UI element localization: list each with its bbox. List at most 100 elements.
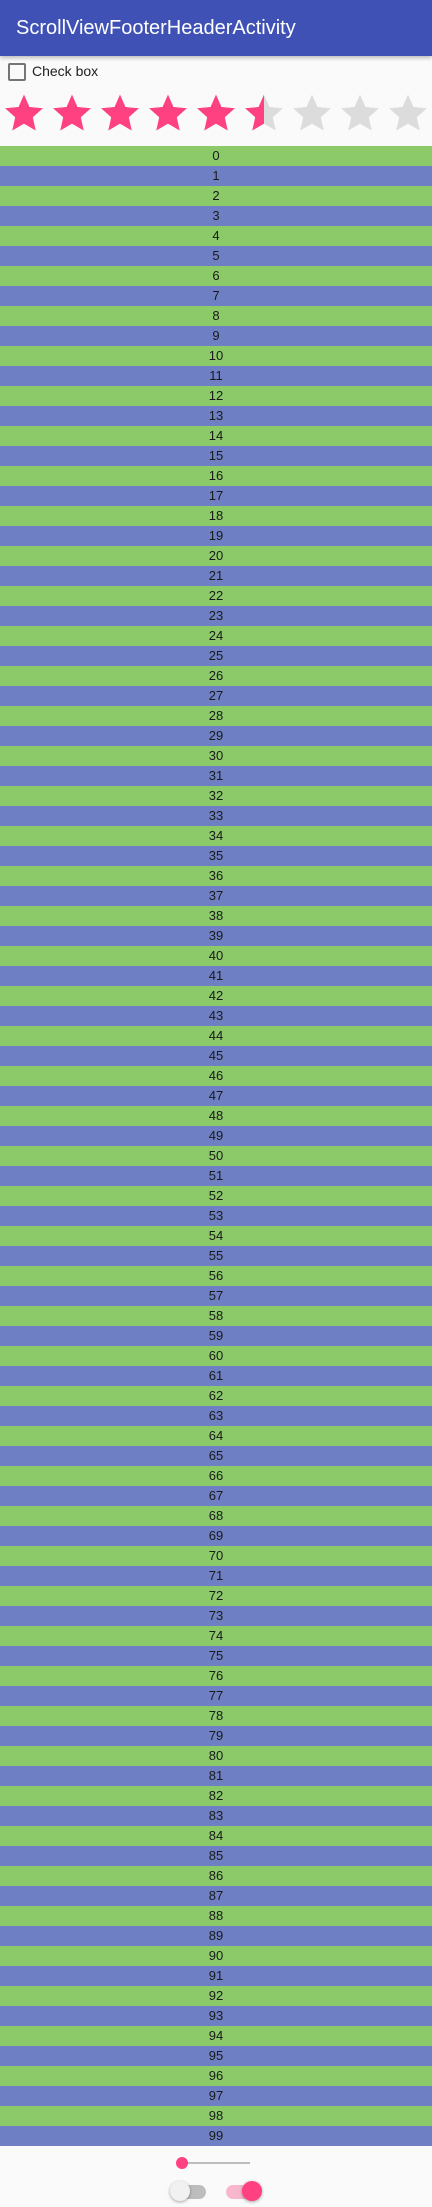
list-item[interactable]: 55 [0,1246,432,1266]
list-item[interactable]: 48 [0,1106,432,1126]
list-item[interactable]: 10 [0,346,432,366]
list-item[interactable]: 42 [0,986,432,1006]
list-item[interactable]: 35 [0,846,432,866]
checkbox-row[interactable]: Check box [0,58,432,86]
list-item[interactable]: 62 [0,1386,432,1406]
star-icon[interactable] [386,92,430,134]
star-icon[interactable] [98,92,142,134]
list-item[interactable]: 86 [0,1866,432,1886]
list-item[interactable]: 97 [0,2086,432,2106]
list-item[interactable]: 99 [0,2126,432,2146]
list-item[interactable]: 67 [0,1486,432,1506]
list-item[interactable]: 70 [0,1546,432,1566]
list-item[interactable]: 54 [0,1226,432,1246]
list-item[interactable]: 82 [0,1786,432,1806]
list-item[interactable]: 98 [0,2106,432,2126]
list-item[interactable]: 91 [0,1966,432,1986]
list-item[interactable]: 31 [0,766,432,786]
rating-bar[interactable] [0,88,432,138]
list-item[interactable]: 81 [0,1766,432,1786]
list-item[interactable]: 50 [0,1146,432,1166]
list-item[interactable]: 64 [0,1426,432,1446]
list-item[interactable]: 88 [0,1906,432,1926]
list-item[interactable]: 3 [0,206,432,226]
list-item[interactable]: 61 [0,1366,432,1386]
list-item[interactable]: 17 [0,486,432,506]
list-item[interactable]: 59 [0,1326,432,1346]
list-item[interactable]: 23 [0,606,432,626]
list-item[interactable]: 12 [0,386,432,406]
list-item[interactable]: 89 [0,1926,432,1946]
list-item[interactable]: 79 [0,1726,432,1746]
list-item[interactable]: 94 [0,2026,432,2046]
checkbox-icon[interactable] [8,63,26,81]
star-icon[interactable] [194,92,238,134]
list-item[interactable]: 44 [0,1026,432,1046]
list-item[interactable]: 52 [0,1186,432,1206]
list-item[interactable]: 4 [0,226,432,246]
list-item[interactable]: 83 [0,1806,432,1826]
list-item[interactable]: 0 [0,146,432,166]
list-item[interactable]: 46 [0,1066,432,1086]
list-item[interactable]: 30 [0,746,432,766]
list-item[interactable]: 45 [0,1046,432,1066]
list-item[interactable]: 40 [0,946,432,966]
list-item[interactable]: 5 [0,246,432,266]
seekbar-track[interactable] [182,2162,250,2164]
list-item[interactable]: 39 [0,926,432,946]
list-item[interactable]: 49 [0,1126,432,1146]
list-item[interactable]: 26 [0,666,432,686]
list-item[interactable]: 78 [0,1706,432,1726]
star-icon[interactable] [2,92,46,134]
list-item[interactable]: 8 [0,306,432,326]
list-item[interactable]: 32 [0,786,432,806]
list-item[interactable]: 74 [0,1626,432,1646]
star-icon[interactable] [50,92,94,134]
list-item[interactable]: 37 [0,886,432,906]
list-item[interactable]: 16 [0,466,432,486]
switch-off[interactable] [170,2178,208,2202]
list-item[interactable]: 29 [0,726,432,746]
list-item[interactable]: 56 [0,1266,432,1286]
list-item[interactable]: 33 [0,806,432,826]
list-item[interactable]: 66 [0,1466,432,1486]
list-item[interactable]: 43 [0,1006,432,1026]
list-item[interactable]: 14 [0,426,432,446]
list-item[interactable]: 68 [0,1506,432,1526]
list-item[interactable]: 63 [0,1406,432,1426]
list-item[interactable]: 25 [0,646,432,666]
star-icon[interactable] [242,92,286,134]
star-icon[interactable] [290,92,334,134]
list-item[interactable]: 65 [0,1446,432,1466]
list-item[interactable]: 22 [0,586,432,606]
list-item[interactable]: 69 [0,1526,432,1546]
list-item[interactable]: 18 [0,506,432,526]
list-item[interactable]: 76 [0,1666,432,1686]
list-item[interactable]: 21 [0,566,432,586]
star-icon[interactable] [146,92,190,134]
list-item[interactable]: 84 [0,1826,432,1846]
list-item[interactable]: 2 [0,186,432,206]
list-item[interactable]: 77 [0,1686,432,1706]
list-item[interactable]: 20 [0,546,432,566]
star-icon[interactable] [338,92,382,134]
list-item[interactable]: 36 [0,866,432,886]
list-item[interactable]: 34 [0,826,432,846]
list-item[interactable]: 27 [0,686,432,706]
seekbar-thumb[interactable] [176,2157,188,2169]
list-item[interactable]: 96 [0,2066,432,2086]
list-item[interactable]: 71 [0,1566,432,1586]
list-item[interactable]: 13 [0,406,432,426]
list-item[interactable]: 58 [0,1306,432,1326]
list-item[interactable]: 87 [0,1886,432,1906]
list-item[interactable]: 11 [0,366,432,386]
list-item[interactable]: 6 [0,266,432,286]
list-item[interactable]: 57 [0,1286,432,1306]
list-item[interactable]: 7 [0,286,432,306]
list-item[interactable]: 51 [0,1166,432,1186]
list-item[interactable]: 60 [0,1346,432,1366]
list-item[interactable]: 92 [0,1986,432,2006]
checkbox-label[interactable]: Check box [32,62,98,80]
list-item[interactable]: 80 [0,1746,432,1766]
list-item[interactable]: 90 [0,1946,432,1966]
